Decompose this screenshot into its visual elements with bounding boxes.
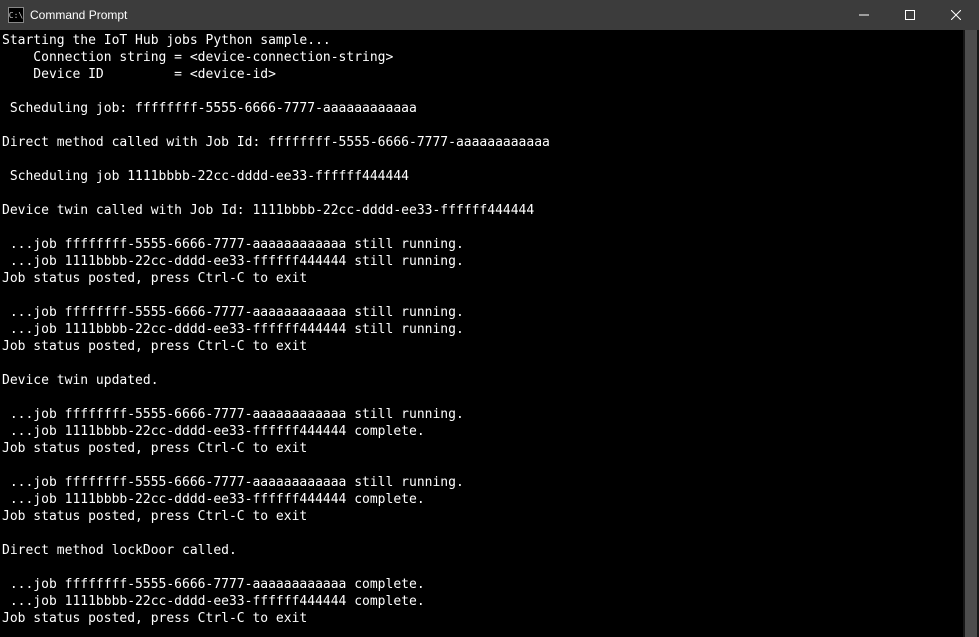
window-title: Command Prompt (30, 8, 841, 22)
terminal-output[interactable]: Starting the IoT Hub jobs Python sample.… (0, 30, 963, 637)
terminal-line: Job status posted, press Ctrl-C to exit (2, 338, 961, 355)
terminal-line (2, 627, 961, 637)
terminal-line: Device ID = <device-id> (2, 66, 961, 83)
window-controls (841, 0, 979, 30)
maximize-icon (905, 10, 915, 20)
close-button[interactable] (933, 0, 979, 30)
terminal-line: ...job 1111bbbb-22cc-dddd-ee33-ffffff444… (2, 253, 961, 270)
terminal-line: ...job ffffffff-5555-6666-7777-aaaaaaaaa… (2, 304, 961, 321)
terminal-line: Device twin called with Job Id: 1111bbbb… (2, 202, 961, 219)
terminal-line: Job status posted, press Ctrl-C to exit (2, 270, 961, 287)
scrollbar-thumb[interactable] (965, 30, 977, 637)
vertical-scrollbar[interactable] (963, 30, 979, 637)
close-icon (951, 10, 961, 20)
minimize-button[interactable] (841, 0, 887, 30)
terminal-line (2, 117, 961, 134)
terminal-line: ...job 1111bbbb-22cc-dddd-ee33-ffffff444… (2, 491, 961, 508)
terminal-line (2, 559, 961, 576)
terminal-line: Connection string = <device-connection-s… (2, 49, 961, 66)
terminal-line (2, 287, 961, 304)
terminal-line: Job status posted, press Ctrl-C to exit (2, 610, 961, 627)
cmd-icon: C:\ (8, 7, 24, 23)
terminal-line (2, 83, 961, 100)
terminal-line: Direct method called with Job Id: ffffff… (2, 134, 961, 151)
terminal-line (2, 219, 961, 236)
terminal-line: ...job ffffffff-5555-6666-7777-aaaaaaaaa… (2, 474, 961, 491)
terminal-line: ...job ffffffff-5555-6666-7777-aaaaaaaaa… (2, 576, 961, 593)
content-wrapper: Starting the IoT Hub jobs Python sample.… (0, 30, 979, 637)
terminal-line (2, 525, 961, 542)
terminal-line: Job status posted, press Ctrl-C to exit (2, 440, 961, 457)
terminal-line: ...job ffffffff-5555-6666-7777-aaaaaaaaa… (2, 406, 961, 423)
terminal-line: Job status posted, press Ctrl-C to exit (2, 508, 961, 525)
terminal-line: ...job ffffffff-5555-6666-7777-aaaaaaaaa… (2, 236, 961, 253)
terminal-line (2, 185, 961, 202)
terminal-line (2, 389, 961, 406)
terminal-line (2, 151, 961, 168)
maximize-button[interactable] (887, 0, 933, 30)
terminal-line: Starting the IoT Hub jobs Python sample.… (2, 32, 961, 49)
terminal-line: ...job 1111bbbb-22cc-dddd-ee33-ffffff444… (2, 423, 961, 440)
terminal-line: Scheduling job 1111bbbb-22cc-dddd-ee33-f… (2, 168, 961, 185)
terminal-line: ...job 1111bbbb-22cc-dddd-ee33-ffffff444… (2, 321, 961, 338)
terminal-line: ...job 1111bbbb-22cc-dddd-ee33-ffffff444… (2, 593, 961, 610)
terminal-line: Direct method lockDoor called. (2, 542, 961, 559)
minimize-icon (859, 10, 869, 20)
window-titlebar[interactable]: C:\ Command Prompt (0, 0, 979, 30)
terminal-line (2, 355, 961, 372)
terminal-line (2, 457, 961, 474)
terminal-line: Device twin updated. (2, 372, 961, 389)
terminal-line: Scheduling job: ffffffff-5555-6666-7777-… (2, 100, 961, 117)
